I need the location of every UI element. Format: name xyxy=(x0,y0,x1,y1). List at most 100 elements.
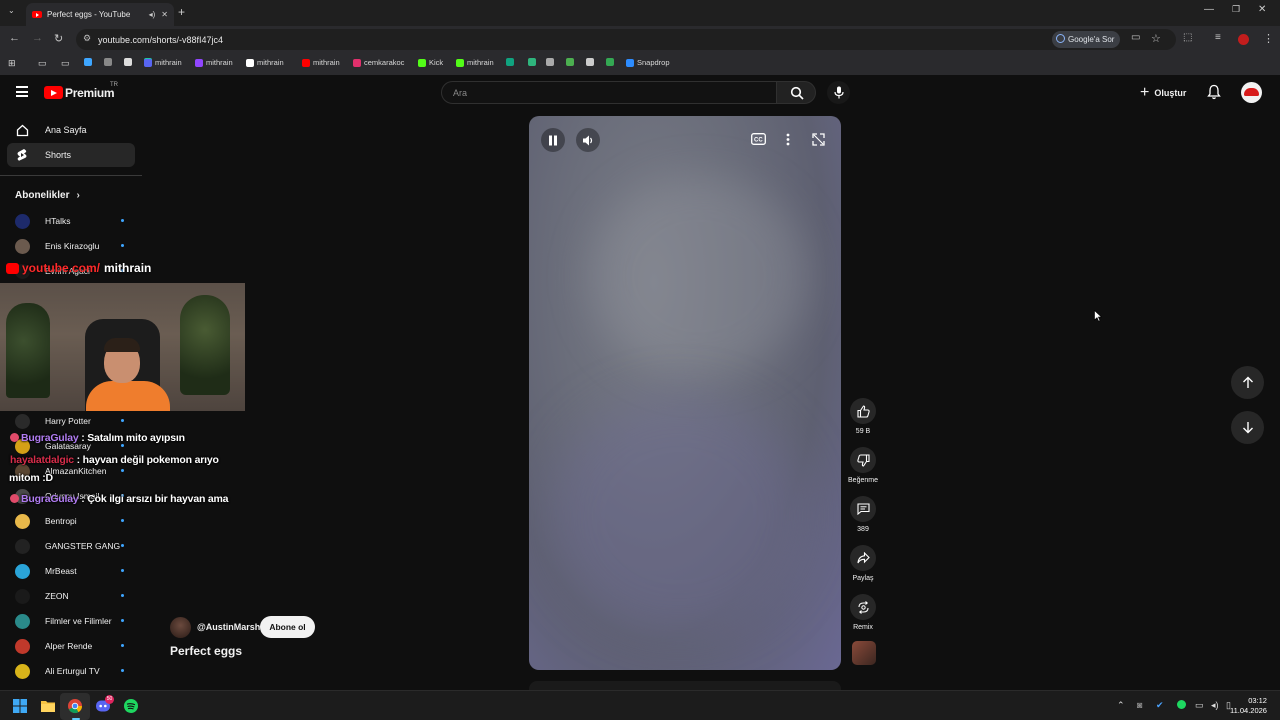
subscription-item[interactable]: HTalks xyxy=(15,212,135,230)
subscription-item[interactable]: Harry Potter xyxy=(15,412,135,430)
audio-icon[interactable]: ◂) xyxy=(149,10,156,19)
cast-icon[interactable]: ▭ xyxy=(1131,32,1140,43)
streamer-hair xyxy=(104,338,140,352)
sound-thumbnail[interactable] xyxy=(852,641,876,665)
bookmark-item[interactable]: mithrain xyxy=(195,58,233,67)
share-button[interactable]: Paylaş xyxy=(848,545,878,582)
more-options-icon[interactable] xyxy=(786,133,790,146)
subscription-item[interactable]: MrBeast xyxy=(15,562,135,580)
sidebar-item-home[interactable]: Ana Sayfa xyxy=(7,118,135,142)
minimize-icon[interactable]: — xyxy=(1204,4,1214,15)
notifications-bell-icon[interactable] xyxy=(1207,84,1221,100)
spotify-tray-icon[interactable] xyxy=(1177,700,1186,709)
address-bar[interactable]: ⚙ youtube.com/shorts/-v88fI47jc4 xyxy=(76,29,1176,50)
discord-tray-icon[interactable]: ◙ xyxy=(1137,700,1142,710)
tab-active[interactable]: Perfect eggs - YouTube ◂) ✕ xyxy=(26,3,174,26)
site-info-icon[interactable]: ⚙ xyxy=(83,33,91,44)
speaker-icon[interactable]: ◂) xyxy=(1211,700,1219,711)
bookmark-item[interactable] xyxy=(606,58,617,66)
bookmark-label: Snapdrop xyxy=(637,58,670,67)
bookmark-item[interactable] xyxy=(586,58,597,66)
bookmark-item[interactable] xyxy=(506,58,517,66)
bookmark-item[interactable]: mithrain xyxy=(302,58,340,67)
tab-search-icon[interactable]: ⌄ xyxy=(8,6,15,15)
like-button[interactable]: 59 B xyxy=(848,398,878,435)
plant xyxy=(6,303,50,398)
bookmark-item[interactable] xyxy=(84,58,95,66)
bookmark-item[interactable]: Kick xyxy=(418,58,443,67)
subscription-item[interactable]: Alper Rende xyxy=(15,637,135,655)
taskbar-clock[interactable]: 03:12 11.04.2026 xyxy=(1230,696,1267,716)
remix-icon xyxy=(857,600,869,614)
bookmark-item[interactable] xyxy=(566,58,577,66)
reload-icon[interactable]: ↻ xyxy=(54,32,63,45)
forward-icon[interactable]: → xyxy=(32,32,43,44)
google-sor-button[interactable]: Google'a Sor xyxy=(1052,31,1121,48)
media-control-icon[interactable]: ≡ xyxy=(1215,32,1221,43)
bookmark-item[interactable]: mithrain xyxy=(456,58,494,67)
close-window-icon[interactable]: ✕ xyxy=(1258,4,1266,15)
volume-button[interactable] xyxy=(576,128,600,152)
profile-avatar[interactable] xyxy=(1238,34,1249,45)
channel-avatar[interactable] xyxy=(170,617,191,638)
subscription-item[interactable]: Bentropi xyxy=(15,512,135,530)
maximize-icon[interactable]: ❐ xyxy=(1232,4,1240,15)
chat-user: BugraGulay xyxy=(21,432,79,444)
channel-name[interactable]: @AustinMarsh xyxy=(197,622,260,632)
subscription-item[interactable]: Filmler ve Filimler xyxy=(15,612,135,630)
subscription-item[interactable]: Enis Kirazoglu xyxy=(15,237,135,255)
bookmark-item[interactable] xyxy=(104,58,115,66)
voice-search-button[interactable] xyxy=(827,81,850,104)
folder-icon[interactable]: ▭ xyxy=(38,58,47,69)
close-tab-icon[interactable]: ✕ xyxy=(161,10,168,19)
bookmark-item[interactable] xyxy=(546,58,557,66)
sidebar-item-shorts[interactable]: Shorts xyxy=(7,143,135,167)
short-title[interactable]: Perfect eggs xyxy=(170,644,242,658)
subscription-item[interactable]: GANGSTER GANG xyxy=(15,537,135,555)
pause-button[interactable] xyxy=(541,128,565,152)
youtube-logo-icon[interactable] xyxy=(44,86,63,99)
bookmark-item[interactable]: cemkarakoc xyxy=(353,58,404,67)
next-short-preview[interactable] xyxy=(529,681,841,690)
subscription-item[interactable]: Ali Erturgul TV xyxy=(15,662,135,680)
vpn-tray-icon[interactable]: ✔ xyxy=(1156,700,1164,711)
menu-icon[interactable] xyxy=(16,86,28,97)
search-input[interactable]: Ara xyxy=(441,81,777,104)
subscribe-button[interactable]: Abone ol xyxy=(260,616,315,638)
next-short-button[interactable] xyxy=(1231,411,1264,444)
folder-icon[interactable]: ▭ xyxy=(61,58,70,69)
shorts-video-player[interactable]: CC xyxy=(529,116,841,670)
search-button[interactable] xyxy=(776,81,816,104)
bookmark-item[interactable]: mithrain xyxy=(246,58,284,67)
subscriptions-header[interactable]: Abonelikler › xyxy=(15,190,80,201)
back-icon[interactable]: ← xyxy=(9,32,20,44)
bookmark-item[interactable]: Snapdrop xyxy=(626,58,670,67)
dislike-button[interactable]: Beğenme xyxy=(848,447,878,484)
logo-text[interactable]: Premium xyxy=(65,86,115,100)
remix-button[interactable]: Remix xyxy=(848,594,878,631)
file-explorer-icon[interactable] xyxy=(40,698,56,714)
new-tab-icon[interactable]: + xyxy=(178,5,185,19)
bookmark-label: Kick xyxy=(429,58,444,67)
windows-start-icon[interactable] xyxy=(12,698,28,714)
bookmark-favicon-icon xyxy=(144,58,152,67)
comments-button[interactable]: 389 xyxy=(848,496,878,533)
previous-short-button[interactable] xyxy=(1231,366,1264,399)
subscription-item[interactable]: ZEON xyxy=(15,587,135,605)
spotify-icon[interactable] xyxy=(123,698,139,714)
captions-icon[interactable]: CC xyxy=(751,133,766,145)
account-avatar[interactable] xyxy=(1241,82,1262,103)
bookmark-item[interactable]: mithrain xyxy=(144,58,182,67)
video-frame xyxy=(549,396,809,636)
browser-menu-icon[interactable]: ⋮ xyxy=(1263,32,1274,45)
fullscreen-icon[interactable] xyxy=(812,133,825,146)
bookmark-star-icon[interactable]: ☆ xyxy=(1151,32,1161,45)
create-button[interactable]: + Oluştur xyxy=(1140,84,1186,102)
chrome-icon[interactable] xyxy=(67,698,83,714)
tray-overflow-icon[interactable]: ⌃ xyxy=(1117,700,1125,711)
bookmark-item[interactable] xyxy=(528,58,539,66)
bookmark-item[interactable] xyxy=(124,58,135,66)
network-icon[interactable]: ▭ xyxy=(1195,700,1204,711)
apps-grid-icon[interactable]: ⊞ xyxy=(8,58,16,69)
extensions-icon[interactable]: ⬚ xyxy=(1183,32,1192,43)
